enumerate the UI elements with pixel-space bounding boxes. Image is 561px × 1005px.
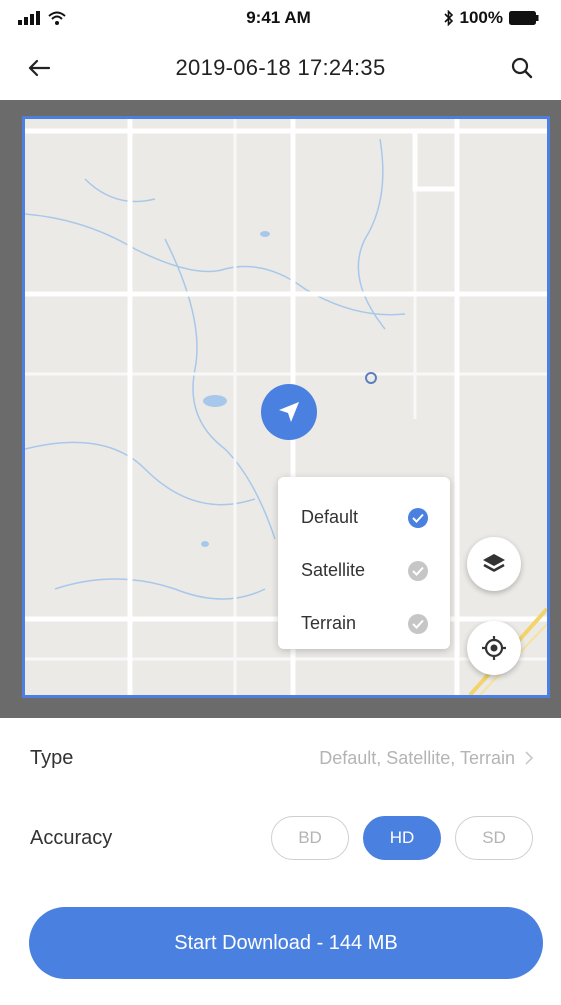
accuracy-row: Accuracy BD HD SD bbox=[0, 810, 561, 866]
accuracy-option-bd[interactable]: BD bbox=[271, 816, 349, 860]
layer-option-label: Terrain bbox=[301, 613, 357, 633]
bluetooth-icon bbox=[443, 10, 453, 26]
type-label: Type bbox=[30, 746, 74, 769]
back-button[interactable] bbox=[24, 53, 54, 83]
checkmark-icon bbox=[408, 560, 428, 581]
layer-option-default[interactable]: Default bbox=[278, 491, 450, 544]
accuracy-option-sd[interactable]: SD bbox=[455, 816, 533, 860]
accuracy-option-hd[interactable]: HD bbox=[363, 816, 441, 860]
layer-option-terrain[interactable]: Terrain bbox=[278, 597, 450, 650]
type-value[interactable]: Default, Satellite, Terrain bbox=[319, 748, 533, 769]
nav-bar: 2019-06-18 17:24:35 bbox=[0, 40, 561, 96]
layer-option-satellite[interactable]: Satellite bbox=[278, 544, 450, 597]
wifi-icon bbox=[48, 11, 66, 25]
signal-icon bbox=[18, 11, 40, 25]
map-view[interactable]: Default Satellite Terrain bbox=[22, 116, 550, 698]
status-time: 9:41 AM bbox=[246, 8, 311, 27]
crosshair-icon bbox=[482, 636, 506, 660]
layer-option-label: Satellite bbox=[301, 560, 366, 580]
layers-icon bbox=[483, 554, 505, 572]
chevron-right-icon bbox=[525, 751, 533, 765]
search-button[interactable] bbox=[507, 53, 537, 83]
accuracy-label: Accuracy bbox=[30, 826, 113, 849]
accuracy-selector: BD HD SD bbox=[271, 816, 533, 860]
status-bar: 9:41 AM 100% bbox=[0, 0, 561, 36]
page-title: 2019-06-18 17:24:35 bbox=[175, 55, 386, 80]
my-location-button[interactable] bbox=[467, 621, 521, 675]
type-row[interactable]: Type Default, Satellite, Terrain bbox=[0, 730, 561, 786]
map-layers-button[interactable] bbox=[467, 537, 521, 591]
battery-percent: 100% bbox=[459, 8, 503, 27]
checkmark-icon bbox=[408, 613, 428, 634]
navigation-arrow-icon bbox=[279, 402, 299, 422]
map-frame: Default Satellite Terrain bbox=[0, 100, 561, 718]
battery-icon bbox=[509, 11, 539, 25]
type-value-text: Default, Satellite, Terrain bbox=[319, 747, 515, 768]
status-left bbox=[18, 11, 138, 25]
checkmark-icon bbox=[408, 507, 428, 528]
current-location-marker bbox=[261, 384, 317, 440]
start-download-button[interactable]: Start Download - 144 MB bbox=[29, 907, 543, 979]
arrow-left-icon bbox=[28, 59, 50, 77]
layer-option-label: Default bbox=[301, 507, 359, 527]
search-icon bbox=[511, 57, 533, 79]
map-layer-popup: Default Satellite Terrain bbox=[278, 477, 450, 649]
status-right: 100% bbox=[419, 8, 539, 28]
